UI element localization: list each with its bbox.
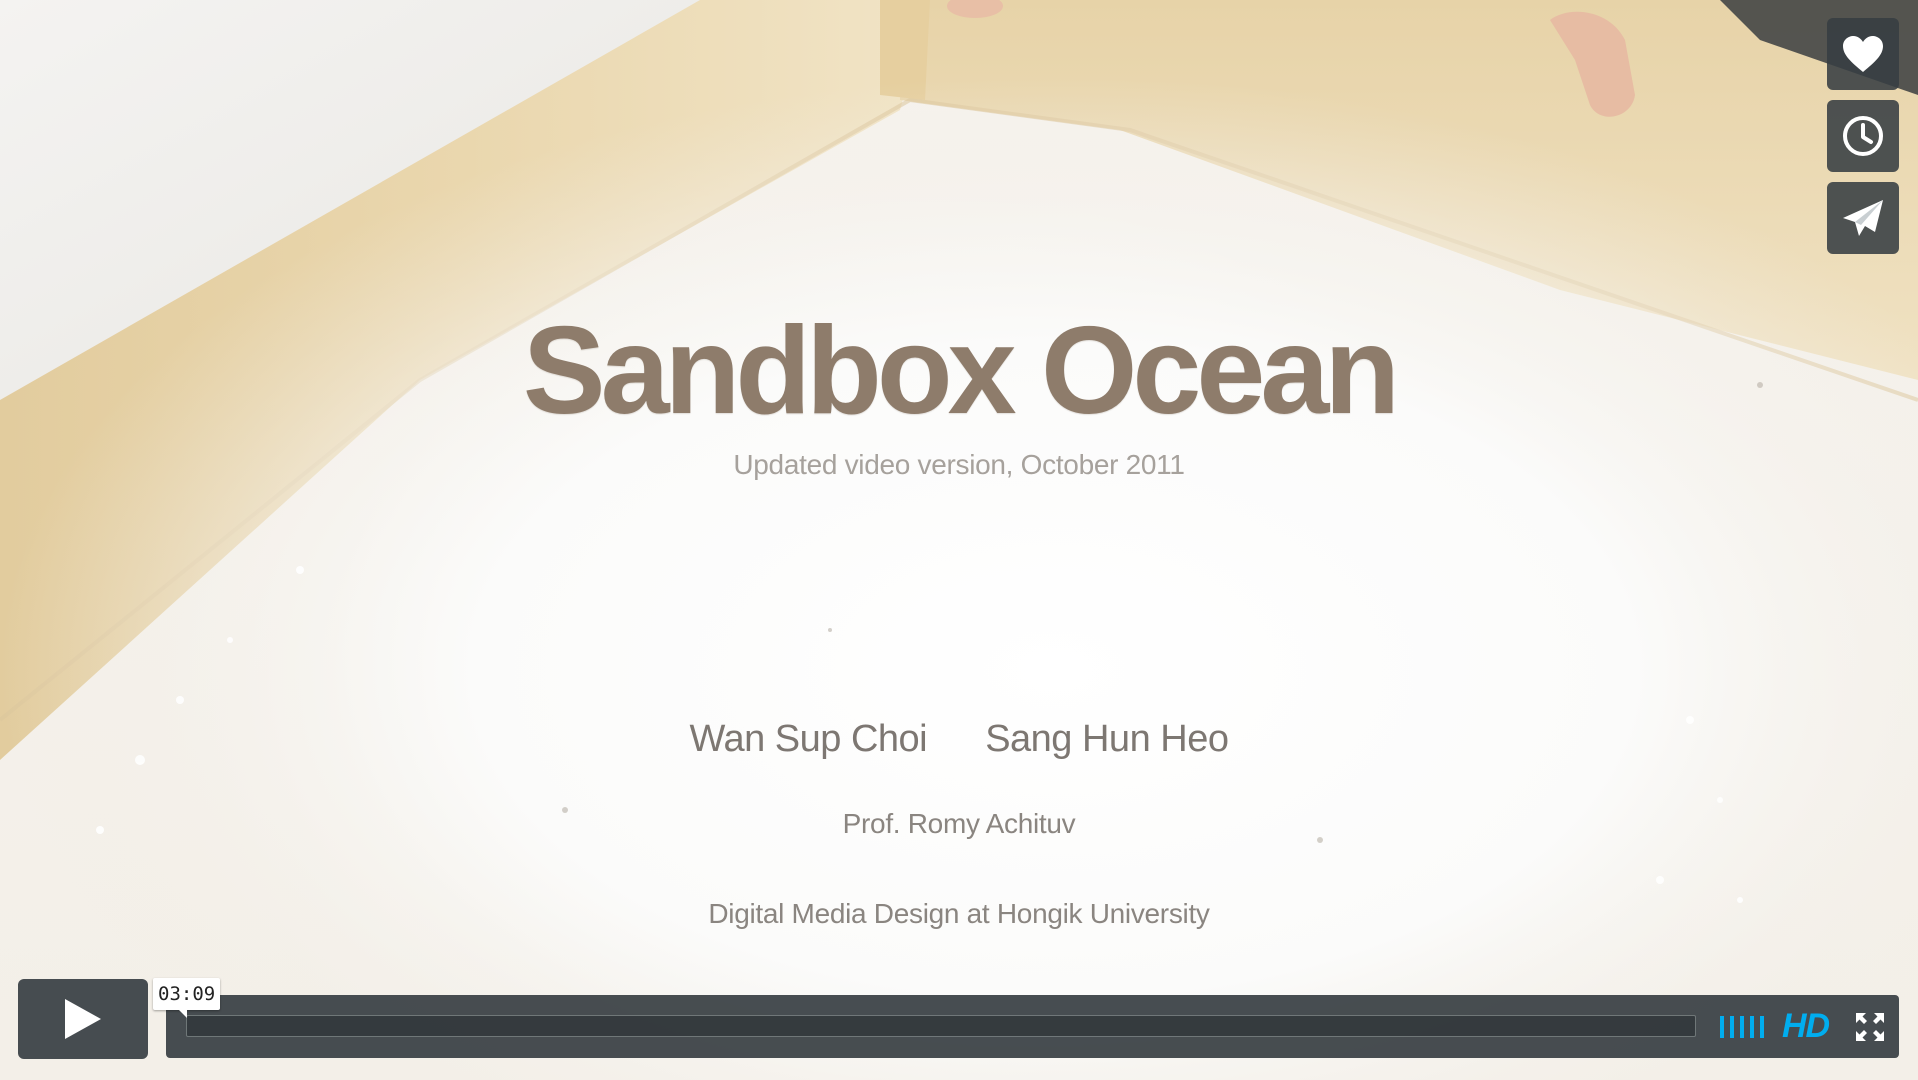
author-name: Wan Sup Choi: [689, 718, 928, 760]
video-title: Sandbox Ocean: [522, 302, 1400, 440]
fullscreen-button[interactable]: [1854, 1011, 1886, 1043]
watch-later-button[interactable]: [1827, 100, 1899, 172]
professor-credit: Prof. Romy Achituv: [842, 808, 1076, 839]
progress-bar[interactable]: [186, 1015, 1696, 1037]
author-name: Sang Hun Heo: [985, 718, 1229, 760]
share-button[interactable]: [1827, 182, 1899, 254]
volume-bars-icon: [1720, 1016, 1764, 1038]
fullscreen-icon: [1856, 1013, 1884, 1041]
time-display: 03:09: [153, 978, 221, 1018]
author-list: Wan Sup Choi Sang Hun Heo: [0, 718, 1918, 761]
paper-plane-icon: [1843, 200, 1883, 236]
clock-icon: [1843, 116, 1883, 156]
control-bar: HD: [166, 995, 1899, 1058]
like-button[interactable]: [1827, 18, 1899, 90]
video-player[interactable]: Sandbox Ocean Updated video version, Oct…: [0, 0, 1918, 1080]
video-subtitle: Updated video version, October 2011: [733, 449, 1185, 480]
volume-button[interactable]: [1718, 1012, 1768, 1042]
heart-icon: [1843, 36, 1883, 72]
hd-toggle-button[interactable]: HD: [1782, 1007, 1830, 1045]
school-credit: Digital Media Design at Hongik Universit…: [708, 898, 1210, 929]
play-button[interactable]: [18, 979, 148, 1059]
play-icon: [65, 999, 101, 1039]
